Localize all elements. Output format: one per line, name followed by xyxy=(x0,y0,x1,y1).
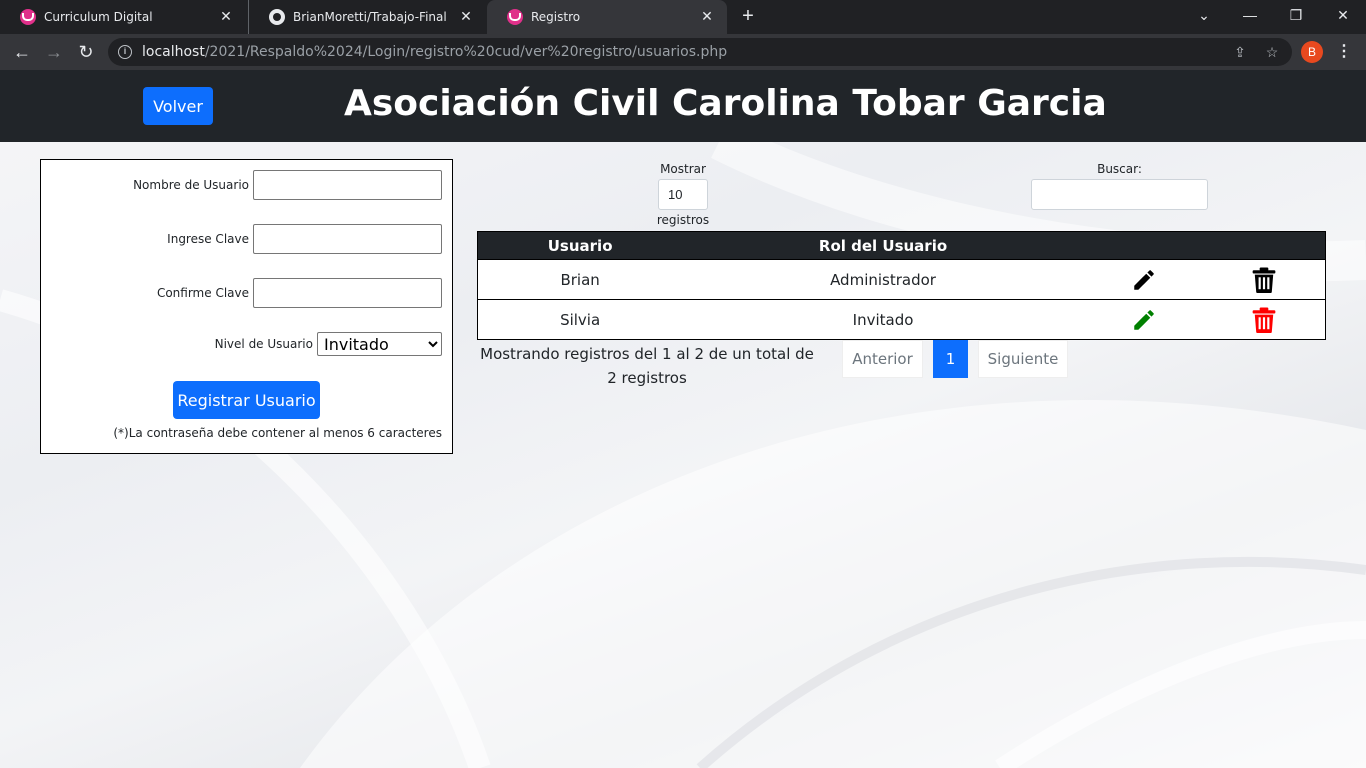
trash-icon[interactable] xyxy=(1252,307,1276,333)
confirm-password-label: Confirme Clave xyxy=(156,286,249,300)
pagination-previous-button[interactable]: Anterior xyxy=(842,340,923,378)
close-icon[interactable]: ✕ xyxy=(699,9,715,25)
column-header-role[interactable]: Rol del Usuario xyxy=(682,231,1084,260)
edit-cell xyxy=(1083,299,1204,340)
profile-avatar[interactable]: B xyxy=(1301,41,1323,63)
site-info-icon[interactable]: i xyxy=(118,45,132,59)
browser-toolbar: ← → ↻ i localhost/2021/Respaldo%2024/Log… xyxy=(0,34,1366,70)
role-cell: Invitado xyxy=(682,299,1084,340)
forward-arrow-icon[interactable]: → xyxy=(42,40,66,64)
close-icon[interactable]: ✕ xyxy=(218,9,234,25)
edit-cell xyxy=(1083,259,1204,300)
table-row: Brian Administrador xyxy=(477,259,1326,300)
site-favicon-icon xyxy=(507,9,523,25)
minimize-icon[interactable]: — xyxy=(1227,0,1273,30)
restore-icon[interactable]: ❐ xyxy=(1273,0,1319,30)
role-cell: Administrador xyxy=(682,259,1084,300)
show-entries-label: Mostrar xyxy=(660,162,706,176)
username-row: Nombre de Usuario xyxy=(133,170,442,200)
tab-curriculum-digital[interactable]: Curriculum Digital ✕ xyxy=(0,0,246,34)
tab-title: Registro xyxy=(531,10,581,24)
confirm-password-row: Confirme Clave xyxy=(157,278,442,308)
share-icon[interactable]: ⇪ xyxy=(1232,44,1248,60)
tab-search-chevron-icon[interactable]: ⌄ xyxy=(1181,0,1227,30)
register-user-button[interactable]: Registrar Usuario xyxy=(173,381,320,419)
username-input[interactable] xyxy=(253,170,442,200)
table-row: Silvia Invitado xyxy=(477,299,1326,340)
table-info-text: Mostrando registros del 1 al 2 de un tot… xyxy=(480,345,814,387)
address-bar[interactable]: i localhost/2021/Respaldo%2024/Login/reg… xyxy=(108,38,1292,66)
pagination-current-page[interactable]: 1 xyxy=(933,340,968,378)
new-tab-icon[interactable]: + xyxy=(738,6,758,26)
trash-icon[interactable] xyxy=(1252,267,1276,293)
user-cell: Brian xyxy=(477,259,683,300)
column-header-user[interactable]: Usuario xyxy=(477,231,683,260)
page-content: Volver Asociación Civil Carolina Tobar G… xyxy=(0,70,1366,768)
url-text[interactable]: localhost/2021/Respaldo%2024/Login/regis… xyxy=(142,44,727,60)
show-entries-suffix: registros xyxy=(656,213,710,227)
back-arrow-icon[interactable]: ← xyxy=(10,40,34,64)
page-header: Volver Asociación Civil Carolina Tobar G… xyxy=(0,70,1366,142)
user-cell: Silvia xyxy=(477,299,683,340)
user-level-select[interactable]: Invitado xyxy=(317,332,442,356)
tab-github[interactable]: BrianMoretti/Trabajo-Final ✕ xyxy=(248,0,486,34)
edit-pencil-icon[interactable] xyxy=(1131,267,1157,293)
close-icon[interactable]: ✕ xyxy=(458,9,474,25)
browser-tab-bar: Curriculum Digital ✕ BrianMoretti/Trabaj… xyxy=(0,0,1366,34)
site-favicon-icon xyxy=(20,9,36,25)
users-table: Usuario Rol del Usuario Brian Administra… xyxy=(477,231,1326,340)
table-header-row: Usuario Rol del Usuario xyxy=(477,231,1326,260)
search-label: Buscar: xyxy=(1097,162,1142,176)
show-entries-input[interactable]: 10 xyxy=(658,179,708,210)
confirm-password-input[interactable] xyxy=(253,278,442,308)
registration-form: Nombre de Usuario Ingrese Clave Confirme… xyxy=(40,159,453,454)
edit-pencil-shape xyxy=(1133,269,1154,290)
column-header-delete xyxy=(1203,231,1326,260)
edit-pencil-shape xyxy=(1133,309,1154,330)
user-level-row: Nivel de Usuario Invitado xyxy=(215,332,442,356)
window-close-icon[interactable]: ✕ xyxy=(1320,0,1366,30)
username-label: Nombre de Usuario xyxy=(133,178,249,192)
search-input[interactable] xyxy=(1031,179,1208,210)
github-icon xyxy=(269,9,285,25)
edit-pencil-icon[interactable] xyxy=(1131,307,1157,333)
back-button[interactable]: Volver xyxy=(143,87,213,125)
tab-registro[interactable]: Registro ✕ xyxy=(487,0,727,34)
bookmark-star-icon[interactable]: ☆ xyxy=(1264,44,1280,60)
delete-cell xyxy=(1203,259,1326,300)
password-row: Ingrese Clave xyxy=(167,224,442,254)
delete-cell xyxy=(1203,299,1326,340)
browser-menu-icon[interactable]: ⋮ xyxy=(1334,40,1354,64)
pagination-next-button[interactable]: Siguiente xyxy=(978,340,1068,378)
password-hint: (*)La contraseña debe contener al menos … xyxy=(113,426,442,440)
page-title: Asociación Civil Carolina Tobar Garcia xyxy=(344,83,1107,124)
password-label: Ingrese Clave xyxy=(167,232,249,246)
tab-title: Curriculum Digital xyxy=(44,10,153,24)
password-input[interactable] xyxy=(253,224,442,254)
tab-title: BrianMoretti/Trabajo-Final xyxy=(293,10,447,24)
reload-icon[interactable]: ↻ xyxy=(74,40,98,64)
user-level-label: Nivel de Usuario xyxy=(214,337,313,351)
column-header-edit xyxy=(1083,231,1204,260)
